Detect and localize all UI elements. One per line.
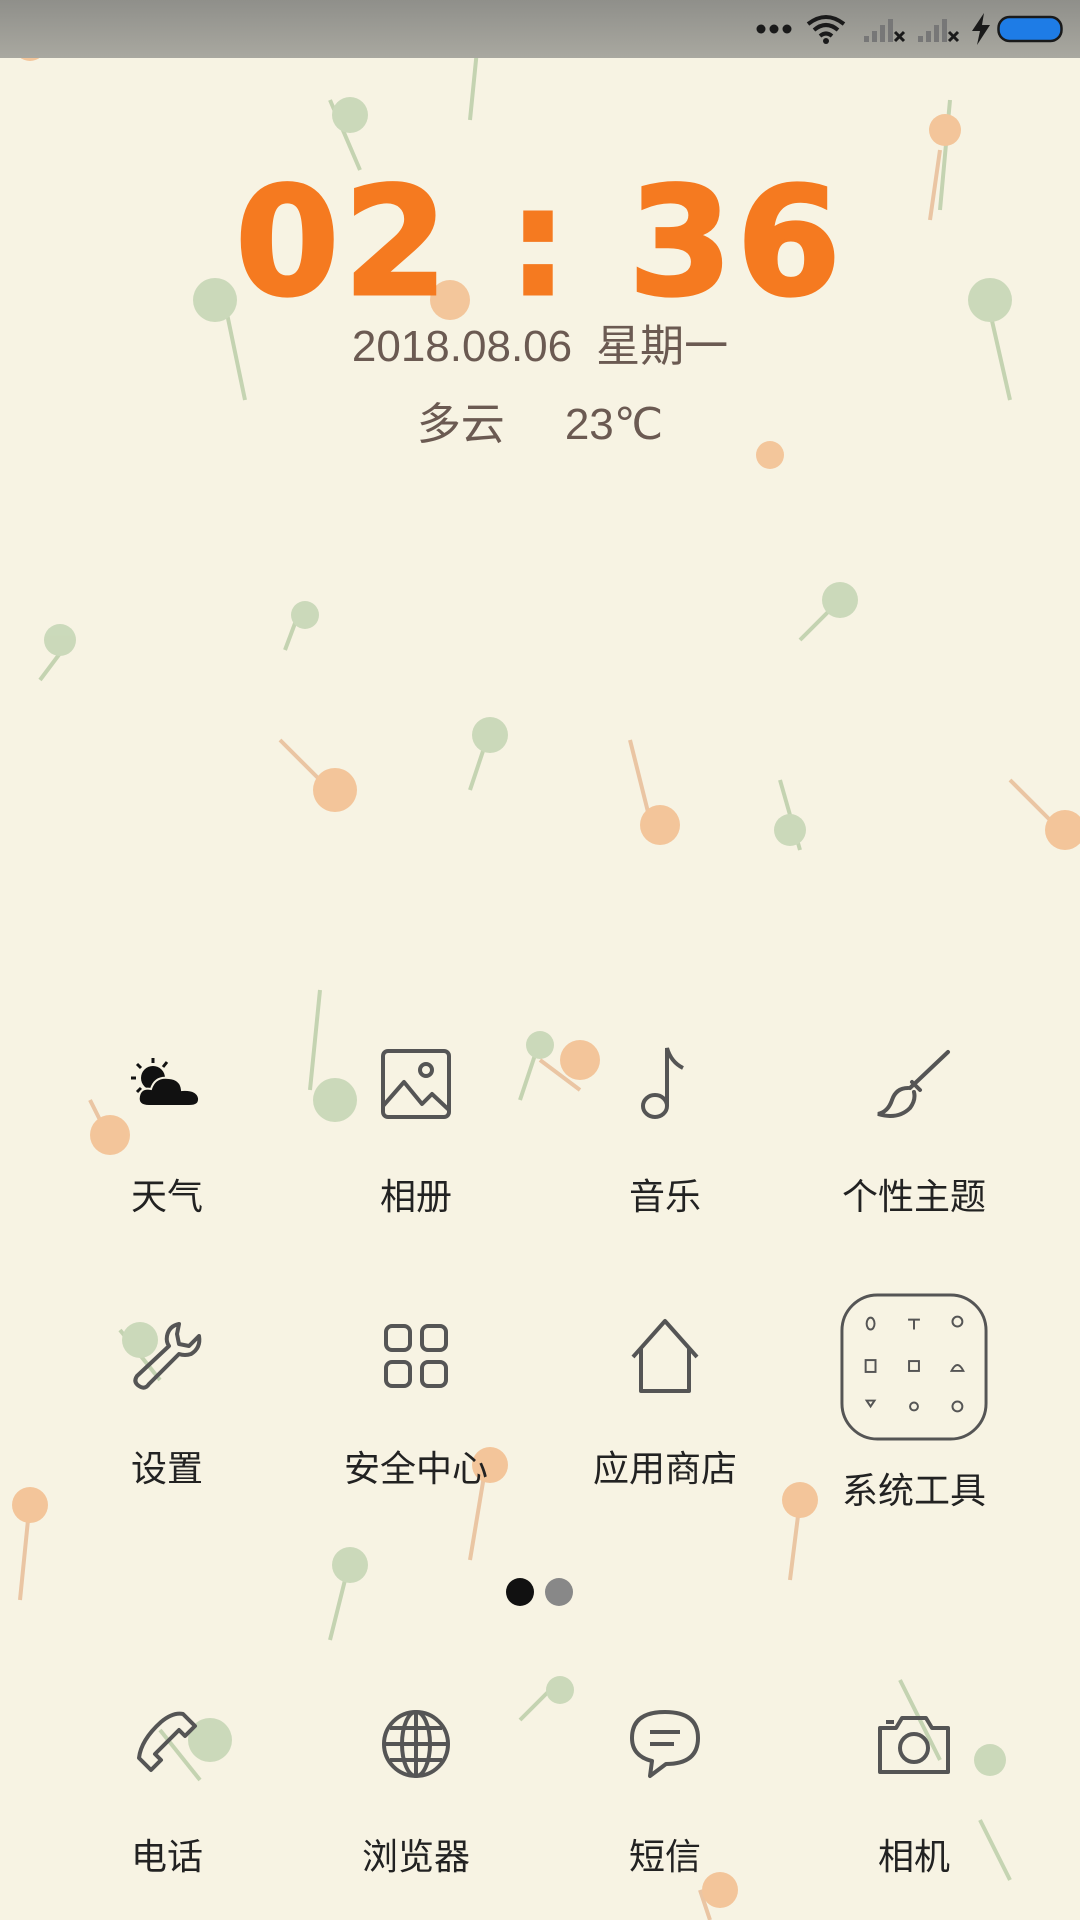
app-label: 相机 <box>877 1836 950 1877</box>
weather-condition: 多云 <box>416 400 505 449</box>
app-settings[interactable]: 设置 <box>42 1292 292 1492</box>
app-label: 应用商店 <box>592 1448 737 1489</box>
home-screen: 02 : 36 2018.08.06 星期一 多云 23℃ 天气 相册 音乐 个… <box>0 0 1080 1920</box>
battery-icon <box>997 0 1065 58</box>
signal-no-service-icon <box>862 0 906 58</box>
weekday-text: 星期一 <box>596 322 729 371</box>
more-dots-icon <box>756 0 792 58</box>
app-system-tools-folder[interactable]: 系统工具 <box>789 1292 1039 1511</box>
wrench-icon <box>92 1292 242 1420</box>
clock-time[interactable]: 02 : 36 <box>0 167 1080 320</box>
weather-summary[interactable]: 多云 23℃ <box>0 388 1080 452</box>
page-dot-active[interactable] <box>506 1578 534 1606</box>
date-display: 2018.08.06 星期一 <box>0 310 1080 374</box>
status-bar <box>0 0 1080 58</box>
music-note-icon <box>590 1020 740 1148</box>
page-dot[interactable] <box>545 1578 573 1606</box>
app-label: 音乐 <box>628 1176 701 1217</box>
grid-squares-icon <box>341 1292 491 1420</box>
app-label: 电话 <box>130 1836 203 1877</box>
wifi-icon <box>806 0 846 58</box>
app-store[interactable]: 应用商店 <box>540 1292 790 1492</box>
app-label: 个性主题 <box>841 1176 986 1217</box>
gallery-image-icon <box>341 1020 491 1148</box>
dock-messages[interactable]: 短信 <box>540 1680 790 1880</box>
charging-bolt-icon <box>970 0 992 58</box>
weather-temperature: 23℃ <box>564 400 664 449</box>
app-label: 浏览器 <box>361 1836 470 1877</box>
camera-icon <box>839 1680 989 1808</box>
app-themes[interactable]: 个性主题 <box>789 1020 1039 1220</box>
folder-icon <box>839 1292 989 1442</box>
theme-brush-icon <box>839 1020 989 1148</box>
date-text: 2018.08.06 <box>351 322 573 371</box>
app-label: 系统工具 <box>841 1470 986 1511</box>
app-security-center[interactable]: 安全中心 <box>291 1292 541 1492</box>
dock-camera[interactable]: 相机 <box>789 1680 1039 1880</box>
weather-cloud-sun-icon <box>92 1020 242 1148</box>
dock-browser[interactable]: 浏览器 <box>291 1680 541 1880</box>
app-weather[interactable]: 天气 <box>42 1020 292 1220</box>
phone-icon <box>92 1680 242 1808</box>
globe-icon <box>341 1680 491 1808</box>
app-music[interactable]: 音乐 <box>540 1020 790 1220</box>
app-label: 相册 <box>379 1176 452 1217</box>
page-indicator[interactable] <box>0 1578 1080 1608</box>
dock-phone[interactable]: 电话 <box>42 1680 292 1880</box>
signal-no-service-icon <box>916 0 960 58</box>
house-icon <box>590 1292 740 1420</box>
chat-bubble-icon <box>590 1680 740 1808</box>
app-label: 安全中心 <box>343 1448 488 1489</box>
app-label: 设置 <box>130 1448 203 1489</box>
app-gallery[interactable]: 相册 <box>291 1020 541 1220</box>
app-label: 短信 <box>628 1836 701 1877</box>
app-label: 天气 <box>130 1176 203 1217</box>
